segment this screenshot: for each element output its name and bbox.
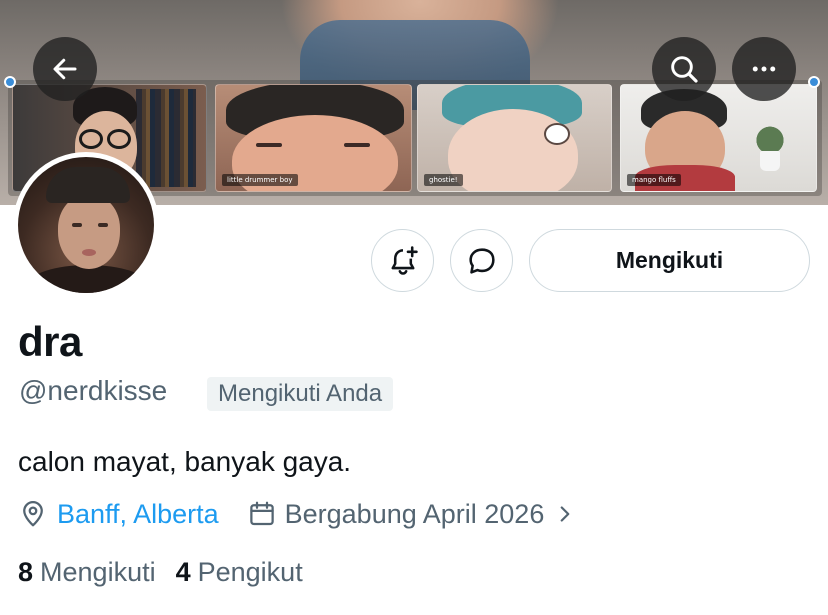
map-pin-icon [23,501,43,527]
chevron-right-icon[interactable] [556,501,574,527]
following-stat[interactable]: 8 Mengikuti [18,557,156,588]
figure-eye [256,143,282,147]
avatar-photo [18,157,154,293]
more-horizontal-icon [752,66,776,72]
status-dot [808,76,820,88]
follows-you-badge: Mengikuti Anda [207,377,394,411]
avatar-eye [98,223,108,227]
bio: calon mayat, banyak gaya. [18,446,352,477]
banner-tile: ghostie! [417,84,612,192]
tile-caption: mango fluffs [627,174,681,186]
avatar-mouth [82,249,96,256]
arrow-left-icon [53,58,77,80]
banner-tile: little drummer boy [215,84,412,192]
status-dot [4,76,16,88]
message-button[interactable] [450,229,513,292]
following-button[interactable]: Mengikuti [529,229,810,292]
bell-plus-icon [391,245,418,275]
banner-tile: mango fluffs [620,84,817,192]
search-button[interactable] [652,37,716,101]
follow-stats: 8 Mengikuti 4 Pengikut [18,553,323,591]
display-name: dra [18,318,82,365]
chat-bubble-icon [468,247,495,274]
avatar[interactable] [13,152,159,298]
following-label: Mengikuti [40,556,156,587]
avatar-face [58,195,120,269]
join-date[interactable]: Bergabung April 2026 [285,499,545,530]
tile-caption: little drummer boy [222,174,298,186]
back-button[interactable] [33,37,97,101]
location-link[interactable]: Banff, Alberta [57,499,219,530]
glasses-image [107,129,131,149]
followers-stat[interactable]: 4 Pengikut [176,557,303,588]
avatar-cap [46,167,130,203]
plant-pot-image [760,151,780,171]
search-icon [671,56,698,83]
glasses-image [79,129,103,149]
notifications-button[interactable] [371,229,434,292]
more-button[interactable] [732,37,796,101]
user-handle: @nerdkisse [19,375,168,406]
figure-eye [344,143,370,147]
tile-caption: ghostie! [424,174,463,186]
followers-label: Pengikut [197,556,303,587]
avatar-shoulders [28,265,148,293]
figure-face [448,109,578,191]
followers-count: 4 [175,556,191,587]
profile-meta: Banff, Alberta Bergabung April 2026 [18,495,574,533]
bookshelf-image [136,89,196,187]
following-count: 8 [18,556,34,587]
avatar-eye [72,223,82,227]
calendar-icon [249,501,274,526]
figure-eye [544,123,570,145]
